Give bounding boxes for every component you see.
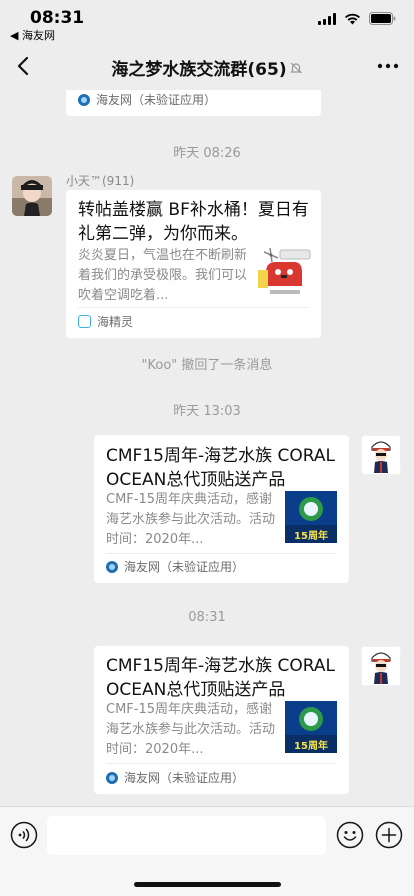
haiyou-app-icon: [78, 93, 90, 106]
more-button[interactable]: [376, 56, 400, 76]
chat-title: 海之梦水族交流群(65): [0, 55, 414, 80]
card-source: 海友网（未验证应用）: [106, 558, 244, 575]
link-message-card[interactable]: 转帖盖楼赢 BF补水桶！夏日有礼第二弹，为你而来。 炎炎夏日，气温也在不断刷新着…: [66, 190, 321, 338]
status-bar: 08:31 ◀ 海友网: [0, 0, 414, 44]
chat-title-text: 海之梦水族交流群(65): [111, 60, 287, 80]
timestamp: 08:31: [188, 610, 226, 625]
timestamp: 昨天 13:03: [173, 404, 241, 419]
mute-bell-icon: [289, 60, 303, 80]
my-avatar[interactable]: [361, 435, 401, 475]
link-title: CMF15周年-海艺水族 CORAL OCEAN总代顶贴送产品: [106, 446, 335, 490]
thumbnail-caption: 15周年: [294, 531, 328, 542]
home-indicator[interactable]: [134, 882, 281, 887]
link-message-card[interactable]: CMF15周年-海艺水族 CORAL OCEAN总代顶贴送产品 CMF-15周年…: [94, 646, 349, 794]
link-description: CMF-15周年庆典活动，感谢海艺水族参与此次活动。活动时间：2020年...: [106, 702, 276, 757]
partial-link-card[interactable]: 海友网（未验证应用）: [66, 90, 321, 116]
haijingling-app-icon: [78, 315, 91, 328]
card-source: 海精灵: [78, 313, 133, 330]
back-to-app-link[interactable]: ◀ 海友网: [10, 27, 55, 43]
plus-icon: [375, 821, 403, 849]
card-divider: [78, 307, 309, 308]
link-thumbnail: [254, 246, 312, 298]
status-time: 08:31: [30, 8, 85, 28]
more-dots-icon: [377, 63, 399, 69]
my-avatar[interactable]: [361, 646, 401, 686]
voice-button[interactable]: [10, 821, 38, 849]
chat-message-list[interactable]: 海友网（未验证应用） 昨天 08:26 小天™(911) 转帖盖楼赢 BF补水桶…: [0, 90, 414, 806]
signal-icon: [318, 12, 336, 25]
card-divider: [106, 553, 337, 554]
link-description: 炎炎夏日，气温也在不断刷新着我们的承受极限。我们可以吹着空调吃着...: [78, 248, 248, 303]
wifi-icon: [344, 13, 361, 25]
haiyou-app-icon: [106, 560, 118, 573]
status-indicators: [318, 12, 396, 25]
link-message-card[interactable]: CMF15周年-海艺水族 CORAL OCEAN总代顶贴送产品 CMF-15周年…: [94, 435, 349, 583]
recall-notice: "Koo" 撤回了一条消息: [141, 358, 273, 373]
chat-header: 海之梦水族交流群(65): [0, 44, 414, 90]
link-description: CMF-15周年庆典活动，感谢海艺水族参与此次活动。活动时间：2020年...: [106, 492, 276, 547]
thumbnail-caption: 15周年: [294, 741, 328, 752]
link-title: 转帖盖楼赢 BF补水桶！夏日有礼第二弹，为你而来。: [78, 200, 309, 244]
link-title: CMF15周年-海艺水族 CORAL OCEAN总代顶贴送产品: [106, 656, 335, 700]
link-thumbnail: 15周年: [285, 701, 337, 753]
link-thumbnail: 15周年: [285, 491, 337, 543]
card-source: 海友网（未验证应用）: [106, 769, 244, 786]
sender-name: 小天™(911): [66, 174, 135, 188]
card-divider: [106, 763, 337, 764]
haiyou-app-icon: [106, 771, 118, 784]
plus-button[interactable]: [375, 821, 403, 849]
emoji-icon: [336, 821, 364, 849]
battery-icon: [369, 12, 396, 25]
voice-icon: [10, 821, 38, 849]
message-input[interactable]: [47, 816, 326, 855]
avatar[interactable]: [12, 176, 52, 216]
timestamp: 昨天 08:26: [173, 146, 241, 161]
emoji-button[interactable]: [336, 821, 364, 849]
card-source: 海友网（未验证应用）: [78, 91, 216, 108]
